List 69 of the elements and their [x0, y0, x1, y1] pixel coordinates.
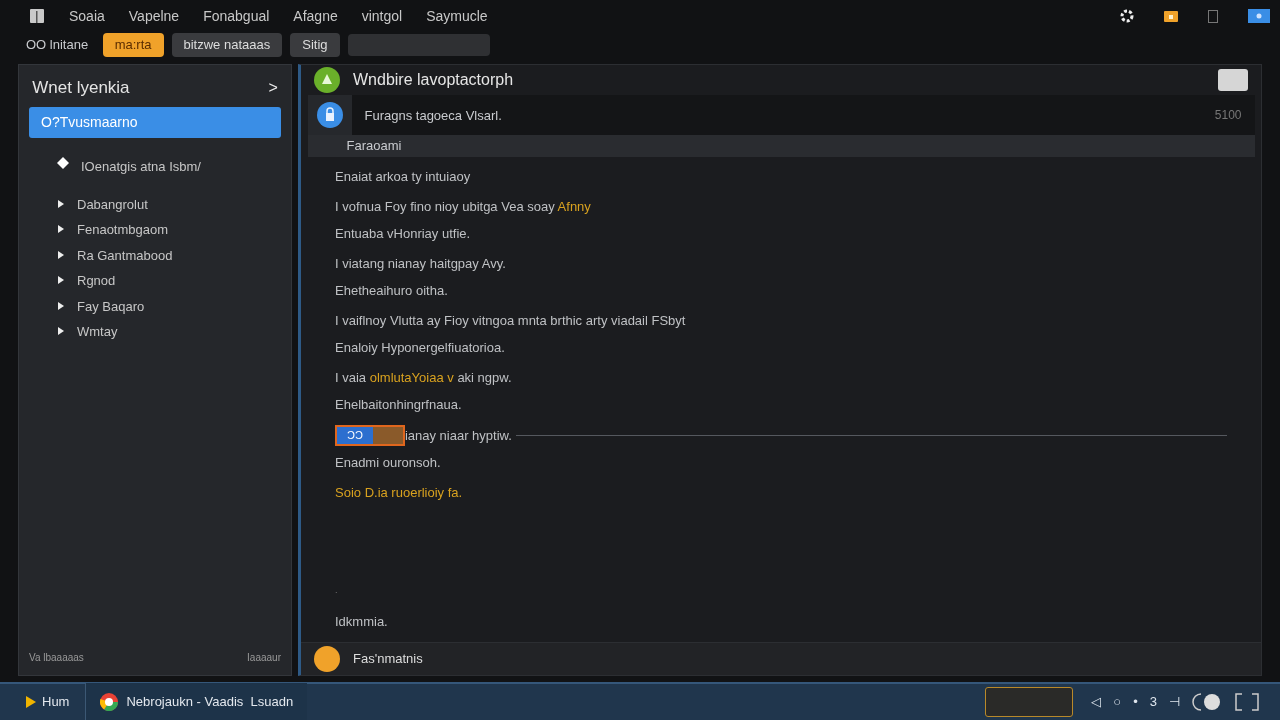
sidebar-item[interactable]: Dabangrolut: [29, 191, 281, 217]
toolbar-tab[interactable]: ma:rta: [102, 33, 164, 57]
text-line: ianay niaar hyptiw.: [404, 426, 512, 445]
toggle-icon[interactable]: [1192, 693, 1222, 711]
taskbar-app[interactable]: Nebrojaukn - Vaadis Lsuadn: [85, 683, 308, 720]
toolbar-tab[interactable]: Sitig: [290, 33, 340, 57]
toolbar-tab[interactable]: bitzwe nataaas: [171, 33, 283, 57]
sidebar-item[interactable]: Wmtay: [29, 319, 281, 345]
menu-item[interactable]: Afagne: [281, 5, 350, 27]
screen-icon[interactable]: [1234, 693, 1260, 711]
app-logo-icon[interactable]: [30, 9, 44, 23]
text-line: Ehetheaihuro oitha.: [335, 281, 448, 300]
menu-item[interactable]: Fonabgual: [191, 5, 282, 27]
footer-text: Va lbaaaaas: [29, 651, 84, 665]
toolbar-label: OO lnitane: [26, 36, 89, 55]
folder-icon[interactable]: [1164, 10, 1178, 22]
dot-text: .: [335, 583, 339, 597]
menu-item[interactable]: Soaia: [57, 5, 117, 27]
lock-icon: [316, 102, 343, 129]
status-dot-icon: [314, 645, 340, 672]
search-field[interactable]: [347, 34, 490, 56]
chevron-button[interactable]: >: [268, 75, 278, 100]
sidebar-item[interactable]: Fenaotmbgaom: [29, 217, 281, 243]
sidebar-item[interactable]: Ra Gantmabood: [29, 242, 281, 268]
tray-icon[interactable]: ⊣: [1169, 692, 1180, 712]
gear-icon[interactable]: [1120, 9, 1134, 23]
taskbar-field[interactable]: [984, 687, 1073, 717]
triangle-icon: [57, 249, 65, 260]
text-line: Soio D.ia ruoerlioiy fa.: [335, 484, 463, 503]
panel-title: Wndbire lavoptactorph: [353, 70, 514, 91]
triangle-icon: [57, 198, 65, 209]
footnote-text: Idkmmia.: [335, 613, 389, 632]
triangle-icon: [57, 300, 65, 311]
window-icon[interactable]: [1248, 9, 1270, 23]
text-line: Enaloiy Hyponergelfiuatorioa.: [335, 338, 505, 357]
sidebar-item[interactable]: Fay Baqaro: [29, 293, 281, 319]
sidebar-item[interactable]: Rgnod: [29, 268, 281, 294]
highlight-marker: ƆƆ: [335, 425, 405, 446]
text-line: I viatang nianay haitgpay Avy.: [335, 255, 506, 274]
message-count: 5100: [1214, 107, 1242, 125]
text-line: Enaiat arkoa ty intuiaoy: [335, 167, 471, 186]
menu-item[interactable]: vintgol: [349, 5, 415, 27]
text-line: I vaiflnoy Vlutta ay Fioy vitngoa mnta brthic arty viadail FSbyt: [335, 312, 686, 331]
text-line: Entuaba vHonriay utfie.: [335, 224, 471, 243]
document-icon[interactable]: [1208, 9, 1218, 23]
diamond-icon: [57, 157, 69, 169]
sidebar-item[interactable]: IOenatgis atna Isbm/: [29, 154, 281, 180]
text-line: I vofnua Foy fino nioy ubitga Vea soay Afnny: [335, 198, 591, 217]
message-text: Furagns tagoeca Vlsarl.: [364, 106, 502, 125]
play-icon: [26, 696, 36, 708]
text-line: Ehelbaitonhingrfnaua.: [335, 395, 462, 414]
tray-icon[interactable]: 3: [1149, 692, 1157, 712]
text-line: I vaia olmlutaYoiaa v aki ngpw.: [335, 369, 512, 388]
subheader-label: Faraoami: [346, 137, 402, 156]
triangle-icon: [57, 224, 65, 234]
browser-icon: [100, 693, 119, 711]
sidebar-title: Wnet lyenkia: [32, 77, 130, 99]
footer-text: Iaaaaur: [247, 651, 281, 665]
tray-icon[interactable]: •: [1133, 692, 1138, 712]
menu-item[interactable]: Vapelne: [116, 5, 192, 27]
tray-icon[interactable]: ◁: [1091, 692, 1102, 712]
triangle-icon: [57, 275, 65, 285]
text-line: Enadmi ouronsoh.: [335, 453, 441, 472]
tray-icon[interactable]: ○: [1113, 692, 1122, 712]
start-button[interactable]: Hum: [20, 691, 76, 713]
triangle-icon: [57, 326, 65, 336]
status-label: Fas'nmatnis: [353, 650, 423, 669]
menu-item[interactable]: Saymucle: [414, 5, 500, 27]
collapse-button[interactable]: [1218, 69, 1248, 92]
